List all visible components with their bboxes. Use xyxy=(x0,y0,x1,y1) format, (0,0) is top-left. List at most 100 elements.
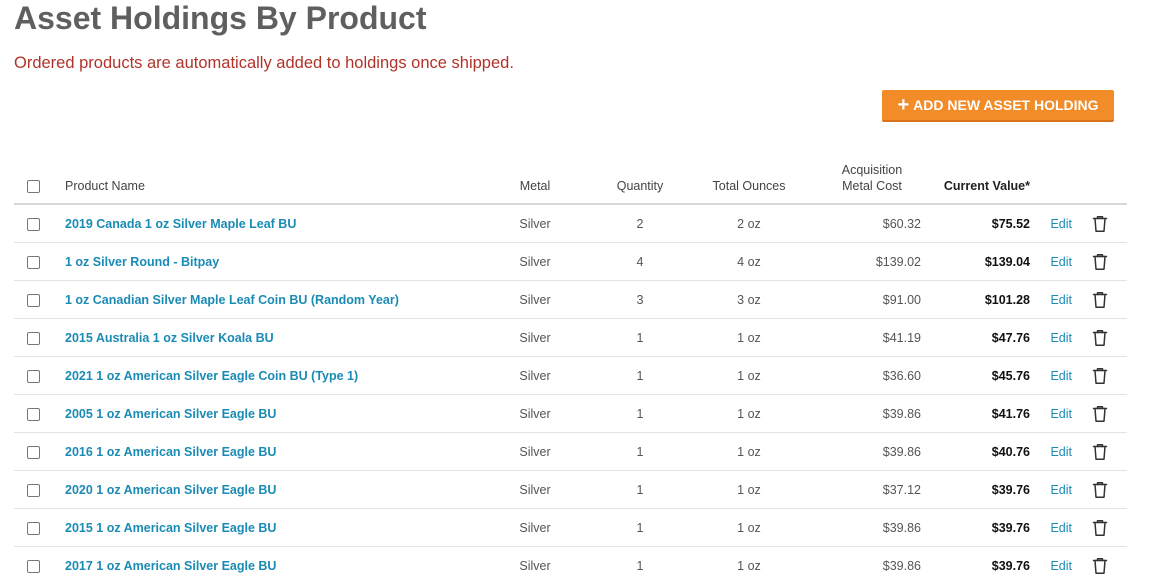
product-name-cell: 2020 1 oz American Silver Eagle BU xyxy=(52,470,485,509)
acquisition-cost-cell: $37.12 xyxy=(803,470,921,509)
product-link[interactable]: 2020 1 oz American Silver Eagle BU xyxy=(65,483,276,497)
edit-link[interactable]: Edit xyxy=(1050,407,1072,421)
total-ounces-cell: 1 oz xyxy=(695,432,803,471)
product-name-cell: 1 oz Canadian Silver Maple Leaf Coin BU … xyxy=(52,280,485,319)
total-ounces-cell: 1 oz xyxy=(695,394,803,433)
quantity-cell: 1 xyxy=(585,356,695,395)
edit-link[interactable]: Edit xyxy=(1050,521,1072,535)
product-name-cell: 2005 1 oz American Silver Eagle BU xyxy=(52,394,485,433)
row-checkbox[interactable] xyxy=(26,255,40,269)
edit-cell: Edit xyxy=(1030,432,1072,471)
trash-icon[interactable] xyxy=(1092,443,1108,461)
edit-cell: Edit xyxy=(1030,356,1072,395)
trash-icon[interactable] xyxy=(1092,215,1108,233)
product-link[interactable]: 2016 1 oz American Silver Eagle BU xyxy=(65,445,276,459)
edit-link[interactable]: Edit xyxy=(1050,445,1072,459)
asset-holdings-page: Asset Holdings By Product Ordered produc… xyxy=(0,0,1156,585)
product-link[interactable]: 2015 1 oz American Silver Eagle BU xyxy=(65,521,276,535)
metal-cell: Silver xyxy=(519,558,551,573)
trash-icon[interactable] xyxy=(1092,519,1108,537)
table-row: 2015 Australia 1 oz Silver Koala BU Silv… xyxy=(14,318,1127,357)
header-current-value[interactable]: Current Value* xyxy=(921,152,1030,205)
trash-icon[interactable] xyxy=(1092,367,1108,385)
metal-cell: Silver xyxy=(485,280,585,319)
header-product-name[interactable]: Product Name xyxy=(52,152,485,205)
delete-cell xyxy=(1072,318,1127,357)
row-select-cell xyxy=(14,432,52,471)
edit-link[interactable]: Edit xyxy=(1050,483,1072,497)
row-checkbox[interactable] xyxy=(26,217,40,231)
quantity-cell: 3 xyxy=(585,280,695,319)
acquisition-cost-cell: $36.60 xyxy=(803,356,921,395)
product-link[interactable]: 2015 Australia 1 oz Silver Koala BU xyxy=(65,331,274,345)
metal-cell: Silver xyxy=(485,394,585,433)
quantity-cell: 1 xyxy=(636,558,644,573)
delete-cell xyxy=(1072,204,1127,243)
delete-cell xyxy=(1072,394,1127,433)
product-name-cell: 2021 1 oz American Silver Eagle Coin BU … xyxy=(52,356,485,395)
product-link[interactable]: 2021 1 oz American Silver Eagle Coin BU … xyxy=(65,369,358,383)
trash-icon[interactable] xyxy=(1092,253,1108,271)
quantity-cell: 1 xyxy=(585,470,695,509)
header-total-ounces[interactable]: Total Ounces xyxy=(695,152,803,205)
metal-cell: Silver xyxy=(485,242,585,281)
header-metal[interactable]: Metal xyxy=(485,152,585,205)
table-row: 2016 1 oz American Silver Eagle BU Silve… xyxy=(14,432,1127,471)
row-checkbox[interactable] xyxy=(26,521,40,535)
row-checkbox[interactable] xyxy=(26,293,40,307)
trash-icon[interactable] xyxy=(1092,291,1108,309)
trash-icon[interactable] xyxy=(1092,329,1108,347)
acquisition-cost-cell: $39.86 xyxy=(803,394,921,433)
header-quantity[interactable]: Quantity xyxy=(585,152,695,205)
edit-link[interactable]: Edit xyxy=(1050,331,1072,345)
trash-icon[interactable] xyxy=(1092,405,1108,423)
total-ounces-cell: 1 oz xyxy=(695,508,803,547)
row-checkbox[interactable] xyxy=(26,369,40,383)
table-row: 2015 1 oz American Silver Eagle BU Silve… xyxy=(14,508,1127,547)
edit-link[interactable]: Edit xyxy=(1050,559,1072,573)
row-checkbox[interactable] xyxy=(26,483,40,497)
current-value-cell: $40.76 xyxy=(921,432,1030,471)
product-link[interactable]: 2017 1 oz American Silver Eagle BU xyxy=(65,559,276,573)
header-acquisition-line2: Metal Cost xyxy=(842,179,902,193)
product-link[interactable]: 2019 Canada 1 oz Silver Maple Leaf BU xyxy=(65,217,296,231)
total-ounces-cell: 4 oz xyxy=(695,242,803,281)
quantity-cell: 1 xyxy=(585,508,695,547)
row-checkbox[interactable] xyxy=(26,445,40,459)
row-checkbox[interactable] xyxy=(26,331,40,345)
add-button-label: ADD NEW ASSET HOLDING xyxy=(913,97,1099,113)
row-checkbox[interactable] xyxy=(26,559,40,573)
edit-link[interactable]: Edit xyxy=(1050,369,1072,383)
row-select-cell xyxy=(14,356,52,395)
metal-cell: Silver xyxy=(485,318,585,357)
delete-cell xyxy=(1072,508,1127,547)
total-ounces-cell: 1 oz xyxy=(695,318,803,357)
holdings-table-body: 2019 Canada 1 oz Silver Maple Leaf BU Si… xyxy=(14,204,1127,584)
product-link[interactable]: 1 oz Canadian Silver Maple Leaf Coin BU … xyxy=(65,293,399,307)
row-checkbox[interactable] xyxy=(26,407,40,421)
shipping-notice: Ordered products are automatically added… xyxy=(14,54,514,72)
trash-icon[interactable] xyxy=(1092,557,1108,575)
edit-link[interactable]: Edit xyxy=(1050,293,1072,307)
product-link[interactable]: 2005 1 oz American Silver Eagle BU xyxy=(65,407,276,421)
select-all-checkbox[interactable] xyxy=(26,180,40,194)
row-select-cell xyxy=(14,242,52,281)
total-ounces-cell: 1 oz xyxy=(695,356,803,395)
acquisition-cost-cell: $139.02 xyxy=(803,242,921,281)
table-row: 2017 1 oz American Silver Eagle BU Silve… xyxy=(14,547,1127,585)
edit-cell: Edit xyxy=(1030,318,1072,357)
trash-icon[interactable] xyxy=(1092,481,1108,499)
current-value-cell: $39.76 xyxy=(991,558,1030,573)
product-link[interactable]: 1 oz Silver Round - Bitpay xyxy=(65,255,219,269)
row-select-cell xyxy=(14,470,52,509)
header-acquisition-metal-cost[interactable]: Acquisition Metal Cost xyxy=(803,152,921,205)
select-all-cell xyxy=(14,152,52,205)
add-new-asset-holding-button[interactable]: + ADD NEW ASSET HOLDING xyxy=(882,90,1114,122)
row-select-cell xyxy=(14,394,52,433)
metal-cell: Silver xyxy=(485,204,585,243)
edit-cell: Edit xyxy=(1030,242,1072,281)
current-value-cell: $45.76 xyxy=(921,356,1030,395)
edit-link[interactable]: Edit xyxy=(1050,217,1072,231)
edit-link[interactable]: Edit xyxy=(1050,255,1072,269)
row-select-cell xyxy=(14,547,52,585)
